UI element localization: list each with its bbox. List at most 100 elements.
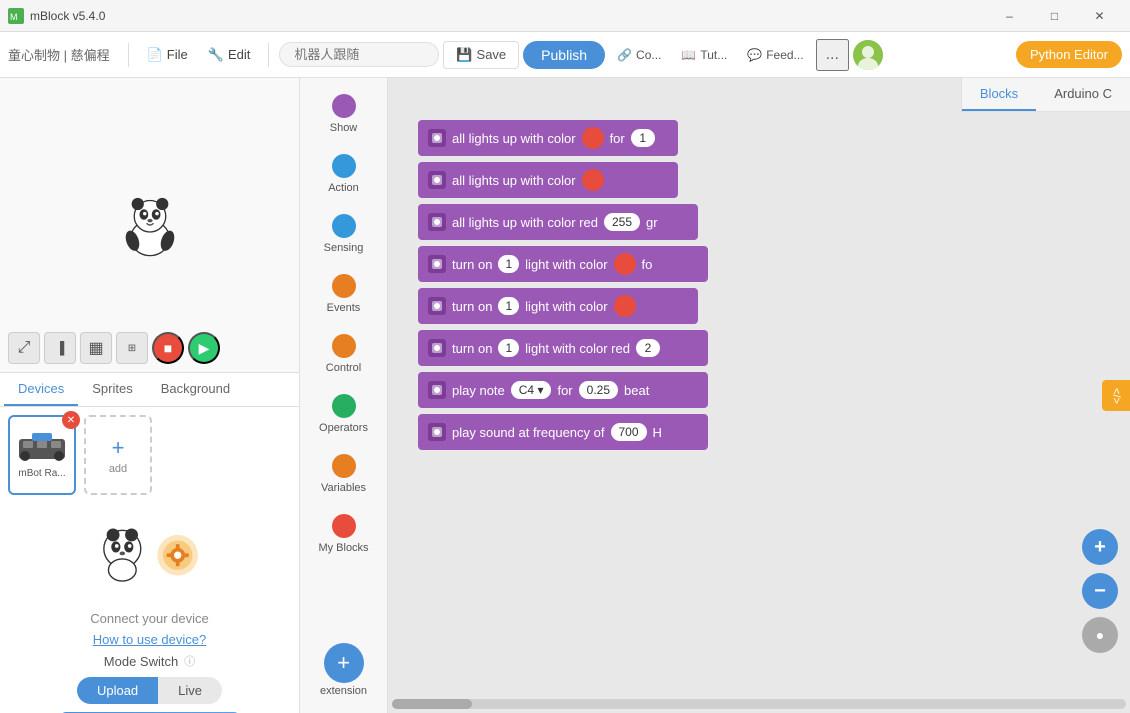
palette-item-events[interactable]: Events [306,266,382,322]
zoom-in-btn[interactable]: + [1082,529,1118,565]
search-input[interactable] [279,42,439,67]
chat-icon: 💬 [747,48,762,62]
block-8-num[interactable]: 700 [611,423,647,441]
block-3-icon [428,213,446,231]
block-1-text1: all lights up with color [452,131,576,146]
win-controls: – □ ✕ [987,2,1122,30]
block-7[interactable]: play note C4 ▾ for 0.25 beat [418,372,708,408]
live-mode-btn[interactable]: Live [158,677,222,704]
code-tag-icon: </> [1110,388,1122,404]
file-btn[interactable]: 📄 File [139,43,196,67]
svg-text:M: M [10,12,18,22]
add-device-btn[interactable]: + add [84,415,152,495]
block-4-num[interactable]: 1 [498,255,519,273]
view-btn[interactable]: ▦ [80,332,112,364]
variables-label: Variables [321,482,366,494]
block-4-color[interactable] [614,253,636,275]
workspace-scrollbar[interactable] [392,699,1126,709]
block-1[interactable]: all lights up with color for 1 [418,120,678,156]
brand-text: 童心制物 | 慈偏程 [8,45,110,64]
connect-btn-top[interactable]: 🔗 Co... [609,43,669,67]
tab-sprites[interactable]: Sprites [78,373,146,406]
zoom-reset-btn[interactable]: ● [1082,617,1118,653]
robot-illustration [90,513,210,603]
palette-item-control[interactable]: Control [306,326,382,382]
device-label: mBot Ra... [18,468,65,479]
tab-devices[interactable]: Devices [4,373,78,406]
show-dot [332,94,356,118]
block-2-text1: all lights up with color [452,173,576,188]
device-remove-badge[interactable]: ✕ [62,411,80,429]
blocks-area: all lights up with color for 1 all light… [388,78,1130,713]
mode-switch-label: Mode Switch [104,654,178,669]
block-3-text1: all lights up with color red [452,215,598,230]
palette-item-operators[interactable]: Operators [306,386,382,442]
block-3[interactable]: all lights up with color red 255 gr [418,204,698,240]
block-8[interactable]: play sound at frequency of 700 H [418,414,708,450]
minimize-btn[interactable]: – [987,2,1032,30]
how-to-link[interactable]: How to use device? [93,632,206,647]
block-3-num[interactable]: 255 [604,213,640,231]
code-tag[interactable]: </> [1102,380,1130,412]
block-2-color[interactable] [582,169,604,191]
palette-item-show[interactable]: Show [306,86,382,142]
palette-item-sensing[interactable]: Sensing [306,206,382,262]
zoom-out-btn[interactable]: − [1082,573,1118,609]
titlebar: M mBlock v5.4.0 – □ ✕ [0,0,1130,32]
connect-text: Connect your device [90,611,209,626]
block-4-text1: turn on [452,257,492,272]
save-btn[interactable]: 💾 Save [443,41,519,69]
block-5-color[interactable] [614,295,636,317]
palette-extension-btn[interactable]: + extension [320,639,367,697]
palette-item-myblocks[interactable]: My Blocks [306,506,382,562]
palette-item-action[interactable]: Action [306,146,382,202]
publish-btn[interactable]: Publish [523,41,605,69]
device-item-mbot[interactable]: ✕ mBot Ra... [8,415,76,495]
palette-item-variables[interactable]: Variables [306,446,382,502]
stop-btn[interactable]: ■ [152,332,184,364]
block-7-num[interactable]: 0.25 [579,381,618,399]
avatar[interactable] [853,40,883,70]
block-4-text3: fo [642,257,653,272]
block-7-text1: play note [452,383,505,398]
tab-background[interactable]: Background [147,373,244,406]
workspace: Blocks Arduino C all lights up with colo… [388,78,1130,713]
edit-btn[interactable]: 🔧 Edit [200,43,259,67]
connect-illustration [90,513,210,603]
block-6-num[interactable]: 1 [498,339,519,357]
stage-controls: ⤢ ▐ ▦ ⊞ ■ ▶ [8,332,220,364]
run-btn[interactable]: ▶ [188,332,220,364]
block-5-num[interactable]: 1 [498,297,519,315]
control-label: Control [326,362,361,374]
block-1-icon [428,129,446,147]
python-editor-btn[interactable]: Python Editor [1016,41,1122,68]
block-1-color[interactable] [582,127,604,149]
mode-switch-info-icon: ⓘ [184,653,195,669]
block-5[interactable]: turn on 1 light with color [418,288,698,324]
tutorials-btn[interactable]: 📖 Tut... [673,43,735,67]
book-icon: 📖 [681,48,696,62]
right-controls: + − ● [1082,529,1118,653]
show-label: Show [330,122,358,134]
scrollbar-thumb[interactable] [392,699,472,709]
action-dot [332,154,356,178]
expand-btn[interactable]: ⤢ [8,332,40,364]
more-btn[interactable]: ... [816,39,849,71]
close-btn[interactable]: ✕ [1077,2,1122,30]
block-7-note[interactable]: C4 ▾ [511,381,552,399]
block-7-text2: for [557,383,572,398]
upload-mode-btn[interactable]: Upload [77,677,158,704]
add-label: add [109,463,127,475]
split-btn[interactable]: ▐ [44,332,76,364]
block-5-text2: light with color [525,299,607,314]
maximize-btn[interactable]: □ [1032,2,1077,30]
block-6[interactable]: turn on 1 light with color red 2 [418,330,708,366]
events-dot [332,274,356,298]
feedback-btn[interactable]: 💬 Feed... [739,43,811,67]
block-6-num2[interactable]: 2 [636,339,660,357]
block-2[interactable]: all lights up with color [418,162,678,198]
grid-btn[interactable]: ⊞ [116,332,148,364]
block-1-num[interactable]: 1 [631,129,655,147]
block-4[interactable]: turn on 1 light with color fo [418,246,708,282]
block-4-icon [428,255,446,273]
